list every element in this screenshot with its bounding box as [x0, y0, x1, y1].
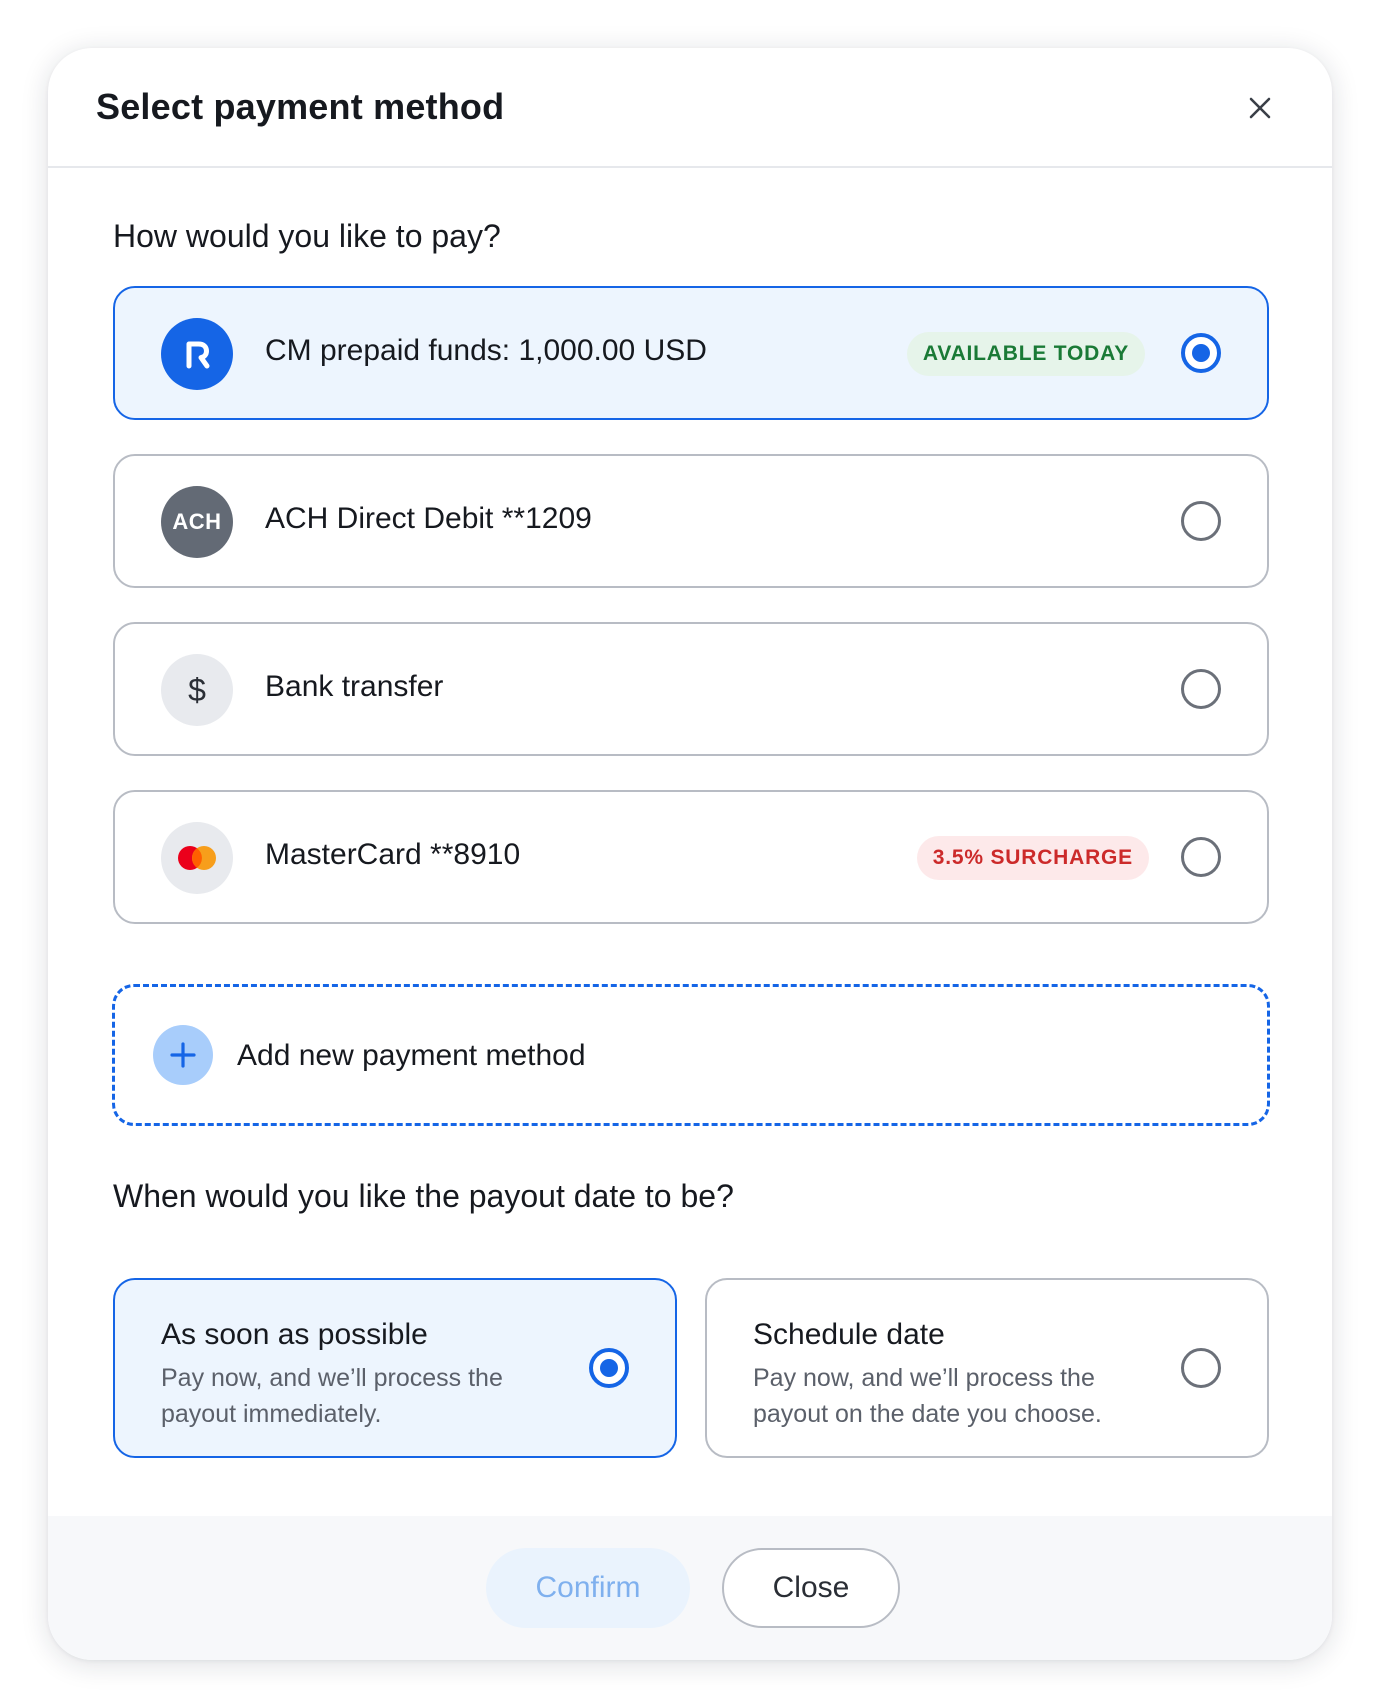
close-icon[interactable] — [1240, 88, 1280, 128]
radio-selected[interactable] — [589, 1348, 629, 1388]
radio-selected[interactable] — [1181, 333, 1221, 373]
dialog-header: Select payment method — [48, 48, 1332, 168]
payment-option-mastercard[interactable]: MasterCard **8910 3.5% SURCHARGE — [113, 790, 1269, 924]
payment-option-label: CM prepaid funds: 1,000.00 USD — [265, 334, 707, 367]
close-button[interactable]: Close — [722, 1548, 900, 1628]
confirm-button[interactable]: Confirm — [486, 1548, 690, 1628]
radio-unselected[interactable] — [1181, 501, 1221, 541]
payout-option-title: As soon as possible — [161, 1318, 428, 1351]
payout-option-description: Pay now, and we’ll process the payout im… — [161, 1364, 503, 1428]
payout-section-title: When would you like the payout date to b… — [113, 1178, 734, 1214]
ach-icon-text: ACH — [172, 509, 222, 534]
radio-unselected[interactable] — [1181, 669, 1221, 709]
dollar-icon: $ — [161, 654, 233, 726]
payment-option-label: ACH Direct Debit **1209 — [265, 502, 592, 535]
plus-icon — [153, 1025, 213, 1085]
dialog-title: Select payment method — [96, 86, 505, 127]
payment-option-label: MasterCard **8910 — [265, 838, 521, 871]
payout-option-asap[interactable]: As soon as possible Pay now, and we’ll p… — [113, 1278, 677, 1458]
add-payment-method-label: Add new payment method — [237, 1039, 586, 1072]
brand-r-logo-icon — [161, 318, 233, 390]
payout-option-title: Schedule date — [753, 1318, 945, 1351]
payment-method-dialog: Select payment method How would you like… — [48, 48, 1332, 1660]
payout-option-description: Pay now, and we’ll process the payout on… — [753, 1364, 1102, 1428]
payment-option-label: Bank transfer — [265, 670, 444, 703]
radio-unselected[interactable] — [1181, 1348, 1221, 1388]
ach-icon: ACH — [161, 486, 233, 558]
mastercard-icon — [161, 822, 233, 894]
add-payment-method-button[interactable]: Add new payment method — [112, 984, 1270, 1126]
payment-option-ach-direct-debit[interactable]: ACH ACH Direct Debit **1209 — [113, 454, 1269, 588]
available-today-badge: AVAILABLE TODAY — [906, 332, 1145, 376]
payment-option-bank-transfer[interactable]: $ Bank transfer — [113, 622, 1269, 756]
surcharge-badge: 3.5% SURCHARGE — [916, 836, 1149, 880]
dollar-icon-glyph: $ — [188, 671, 206, 708]
dialog-footer: Confirm Close — [48, 1516, 1332, 1660]
payment-option-prepaid-funds[interactable]: CM prepaid funds: 1,000.00 USD AVAILABLE… — [113, 286, 1269, 420]
payout-option-schedule-date[interactable]: Schedule date Pay now, and we’ll process… — [705, 1278, 1269, 1458]
radio-unselected[interactable] — [1181, 837, 1221, 877]
payment-section-title: How would you like to pay? — [113, 218, 501, 254]
